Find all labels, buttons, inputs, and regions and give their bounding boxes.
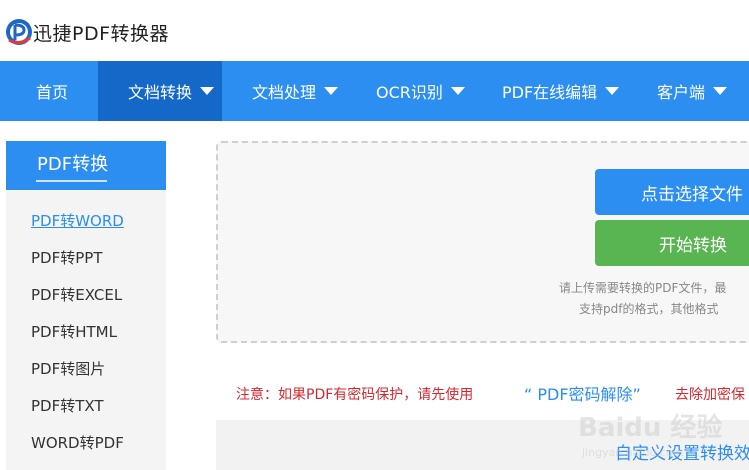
chevron-down-icon xyxy=(200,87,215,95)
sidebar-item-word-to-pdf[interactable]: WORD转PDF xyxy=(31,432,124,453)
chevron-down-icon xyxy=(450,87,465,95)
nav-document-process[interactable]: 文档处理 xyxy=(252,61,339,121)
app-header: 迅捷PDF转换器 xyxy=(0,0,749,61)
watermark-brand: Baidu 经验 xyxy=(578,412,722,443)
chevron-down-icon xyxy=(324,87,339,95)
sidebar-item-pdf-to-ppt[interactable]: PDF转PPT xyxy=(31,247,102,268)
nav-document-process-label: 文档处理 xyxy=(252,83,317,102)
main-nav: 首页 文档转换 文档处理 OCR识别 PDF在线编辑 客户端 xyxy=(0,61,749,121)
chevron-down-icon xyxy=(713,87,728,95)
sidebar-item-pdf-to-html[interactable]: PDF转HTML xyxy=(31,321,117,342)
nav-client[interactable]: 客户端 xyxy=(657,61,728,121)
sidebar-item-pdf-to-word[interactable]: PDF转WORD xyxy=(31,210,124,231)
nav-home[interactable]: 首页 xyxy=(36,61,68,121)
chevron-down-icon xyxy=(605,87,620,95)
nav-document-convert[interactable]: 文档转换 xyxy=(98,61,222,121)
app-logo-icon[interactable] xyxy=(5,18,33,46)
sidebar-title: PDF转换 xyxy=(37,154,109,175)
password-notice-suffix: 去除加密保 xyxy=(675,387,745,403)
sidebar-title-underline xyxy=(36,180,107,182)
nav-document-convert-label: 文档转换 xyxy=(128,83,193,102)
nav-ocr-label: OCR识别 xyxy=(376,83,443,102)
nav-client-label: 客户端 xyxy=(657,83,706,102)
password-notice-text: 注意：如果PDF有密码保护，请先使用 xyxy=(236,387,474,403)
sidebar-header: PDF转换 xyxy=(6,141,166,190)
sidebar-item-pdf-to-excel[interactable]: PDF转EXCEL xyxy=(31,284,122,305)
sidebar-item-pdf-to-image[interactable]: PDF转图片 xyxy=(31,358,105,379)
select-file-button[interactable]: 点击选择文件 xyxy=(595,169,749,215)
start-convert-button[interactable]: 开始转换 xyxy=(595,220,749,266)
upload-hint-line1: 请上传需要转换的PDF文件，最 xyxy=(559,281,727,295)
app-brand-name[interactable]: 迅捷PDF转换器 xyxy=(33,19,169,46)
nav-ocr[interactable]: OCR识别 xyxy=(376,61,465,121)
nav-home-label: 首页 xyxy=(36,83,69,102)
watermark-url: jingyan.baidu.com xyxy=(581,446,684,459)
pdf-password-remove-link[interactable]: “ PDF密码解除” xyxy=(524,381,641,405)
nav-pdf-online-edit-label: PDF在线编辑 xyxy=(502,83,598,102)
baidu-jingyan-watermark: Baidu 经验 jingyan.baidu.com xyxy=(578,412,722,459)
upload-hint-line2: 支持pdf的格式，其他格式 xyxy=(579,302,719,316)
nav-pdf-online-edit[interactable]: PDF在线编辑 xyxy=(502,61,620,121)
sidebar-item-pdf-to-txt[interactable]: PDF转TXT xyxy=(31,395,104,416)
